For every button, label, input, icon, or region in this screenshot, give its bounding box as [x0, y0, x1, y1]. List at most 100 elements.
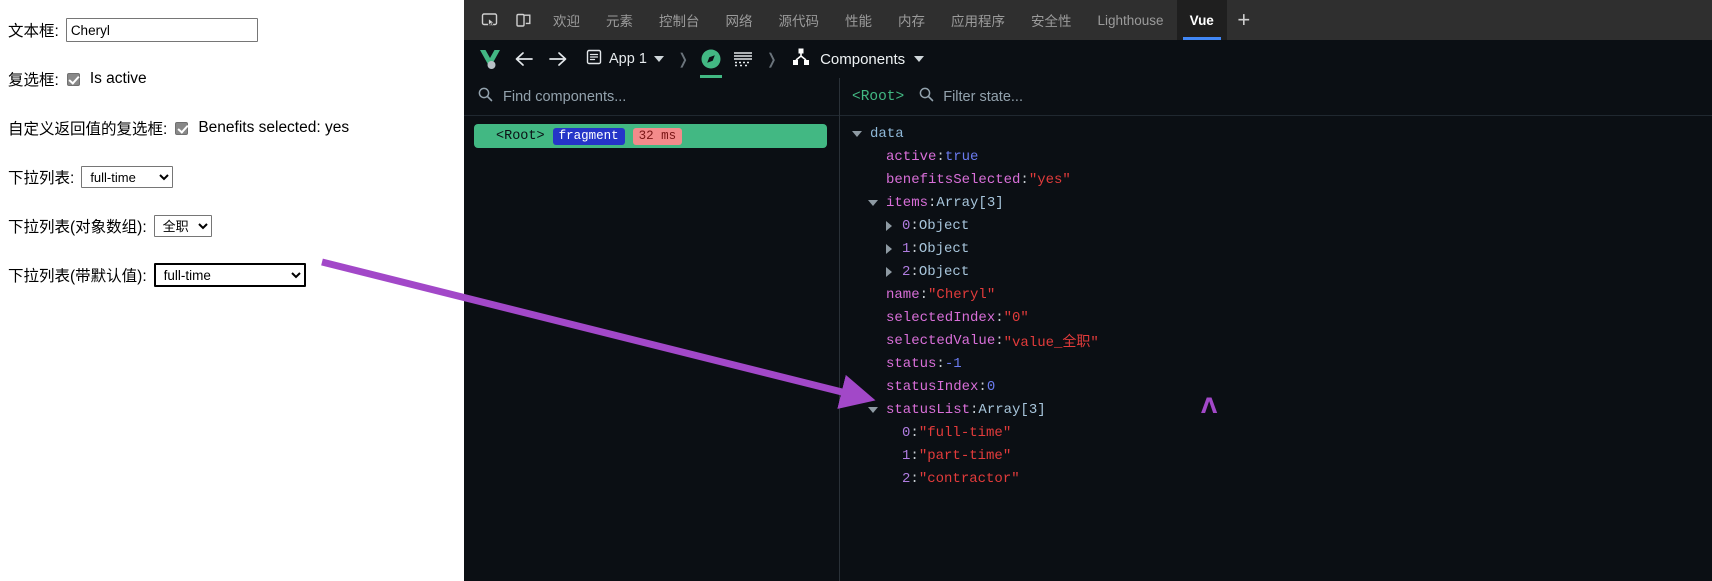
device-toolbar-icon[interactable]: [506, 0, 540, 40]
tab-application[interactable]: 应用程序: [938, 0, 1018, 40]
state-colon: :: [910, 240, 919, 257]
vue-logo-icon: [474, 44, 506, 74]
components-tree: <Root> fragment 32 ms: [464, 116, 839, 581]
items-select[interactable]: 全职: [153, 215, 212, 237]
components-tab-icon[interactable]: [696, 44, 726, 78]
back-arrow-icon[interactable]: [508, 44, 540, 74]
panel-title-group: Components: [785, 47, 925, 71]
expand-collapse-icon[interactable]: [850, 130, 864, 137]
panel-title-label: Components: [820, 50, 906, 68]
form-row-checkbox: 复选框: Is active: [8, 63, 464, 95]
state-row[interactable]: statusList: Array[3]: [840, 398, 1712, 421]
expand-collapse-icon[interactable]: [882, 220, 896, 231]
state-row[interactable]: benefitsSelected: "yes": [840, 168, 1712, 191]
state-group-data[interactable]: data: [840, 122, 1712, 145]
state-value[interactable]: true: [945, 149, 979, 165]
state-value[interactable]: -1: [945, 356, 962, 372]
tab-vue[interactable]: Vue: [1176, 0, 1227, 40]
state-value[interactable]: Object: [919, 264, 969, 280]
tab-memory[interactable]: 内存: [885, 0, 938, 40]
tab-lighthouse-label: Lighthouse: [1097, 12, 1164, 28]
state-key: 1: [902, 240, 911, 257]
state-row[interactable]: status: -1: [840, 352, 1712, 375]
expand-collapse-icon[interactable]: [882, 266, 896, 277]
find-components-bar[interactable]: Find components...: [464, 78, 839, 116]
state-value[interactable]: Object: [919, 218, 969, 234]
state-row[interactable]: active: true: [840, 145, 1712, 168]
state-value[interactable]: "0": [1004, 310, 1029, 326]
mouse-cursor-glyph: Λ: [1201, 394, 1218, 418]
state-colon: :: [910, 424, 919, 441]
app-label: App 1: [609, 51, 647, 67]
state-row[interactable]: 0: "full-time": [840, 421, 1712, 444]
component-render-time-badge: 32 ms: [632, 127, 683, 145]
state-row[interactable]: 1: Object: [840, 237, 1712, 260]
expand-collapse-icon[interactable]: [866, 406, 880, 413]
state-colon: :: [928, 194, 937, 211]
state-row[interactable]: 2: "contractor": [840, 467, 1712, 490]
expand-collapse-icon[interactable]: [866, 199, 880, 206]
tab-security[interactable]: 安全性: [1018, 0, 1085, 40]
state-row[interactable]: 0: Object: [840, 214, 1712, 237]
web-page-pane: 文本框: 复选框: Is active 自定义返回值的复选框: Benefits…: [0, 0, 464, 581]
state-colon: :: [936, 355, 945, 372]
breadcrumb-separator-1: ❭: [676, 51, 690, 68]
component-tree-node-root[interactable]: <Root> fragment 32 ms: [474, 124, 827, 148]
select-simple-label: 下拉列表:: [8, 170, 75, 187]
tab-lighthouse[interactable]: Lighthouse: [1085, 0, 1177, 40]
tab-sources-label: 源代码: [778, 14, 820, 29]
state-key: 1: [902, 447, 911, 464]
name-text-input[interactable]: [65, 18, 258, 42]
state-key: 2: [902, 263, 911, 280]
state-value[interactable]: Object: [919, 241, 969, 257]
state-key: active: [886, 148, 937, 165]
search-icon: [478, 87, 493, 106]
state-row[interactable]: items: Array[3]: [840, 191, 1712, 214]
benefits-checkbox[interactable]: [175, 121, 189, 135]
state-colon: :: [995, 309, 1004, 326]
state-row[interactable]: selectedIndex: "0": [840, 306, 1712, 329]
state-row[interactable]: selectedValue: "value_全职": [840, 329, 1712, 352]
tab-sources[interactable]: 源代码: [766, 0, 833, 40]
tab-console[interactable]: 控制台: [646, 0, 713, 40]
chevron-down-icon[interactable]: [653, 56, 664, 62]
state-value[interactable]: "full-time": [919, 425, 1011, 441]
expand-collapse-icon[interactable]: [882, 243, 896, 254]
state-value[interactable]: Array[3]: [978, 402, 1045, 418]
state-value[interactable]: "Cheryl": [928, 287, 995, 303]
custom-checkbox-label: 自定义返回值的复选框:: [8, 121, 168, 138]
state-breadcrumb: <Root>: [852, 88, 905, 105]
add-tab-icon[interactable]: +: [1227, 0, 1261, 40]
tab-vue-label: Vue: [1189, 12, 1214, 28]
state-value[interactable]: "contractor": [919, 471, 1020, 487]
state-row[interactable]: statusIndex: 0: [840, 375, 1712, 398]
app-selector[interactable]: App 1: [576, 49, 670, 69]
tab-welcome[interactable]: 欢迎: [540, 0, 593, 40]
status-select[interactable]: full-time: [81, 166, 174, 188]
state-colon: :: [978, 378, 987, 395]
tab-network[interactable]: 网络: [713, 0, 766, 40]
state-row[interactable]: 2: Object: [840, 260, 1712, 283]
component-name: <Root>: [496, 128, 545, 144]
state-row[interactable]: name: "Cheryl": [840, 283, 1712, 306]
timeline-tab-icon[interactable]: [728, 44, 758, 74]
state-key: statusList: [886, 401, 971, 418]
state-colon: :: [995, 332, 1004, 349]
state-value[interactable]: "yes": [1029, 172, 1071, 188]
forward-arrow-icon[interactable]: [542, 44, 574, 74]
tab-performance[interactable]: 性能: [832, 0, 885, 40]
panel-chevron-down-icon[interactable]: [914, 56, 925, 62]
state-value[interactable]: 0: [987, 379, 995, 395]
is-active-checkbox[interactable]: [66, 72, 80, 86]
state-value[interactable]: "value_全职": [1004, 331, 1099, 351]
status-default-select[interactable]: full-time: [153, 263, 306, 287]
inspect-element-icon[interactable]: [472, 0, 506, 40]
state-row[interactable]: 1: "part-time": [840, 444, 1712, 467]
tab-performance-label: 性能: [845, 14, 872, 29]
state-value[interactable]: Array[3]: [936, 195, 1003, 211]
tab-elements[interactable]: 元素: [593, 0, 646, 40]
breadcrumb-separator-2: ❭: [765, 51, 779, 68]
state-value[interactable]: "part-time": [919, 448, 1011, 464]
form-row-select-default: 下拉列表(带默认值): full-time: [8, 259, 464, 291]
filter-state-bar[interactable]: <Root> Filter state...: [840, 78, 1712, 116]
